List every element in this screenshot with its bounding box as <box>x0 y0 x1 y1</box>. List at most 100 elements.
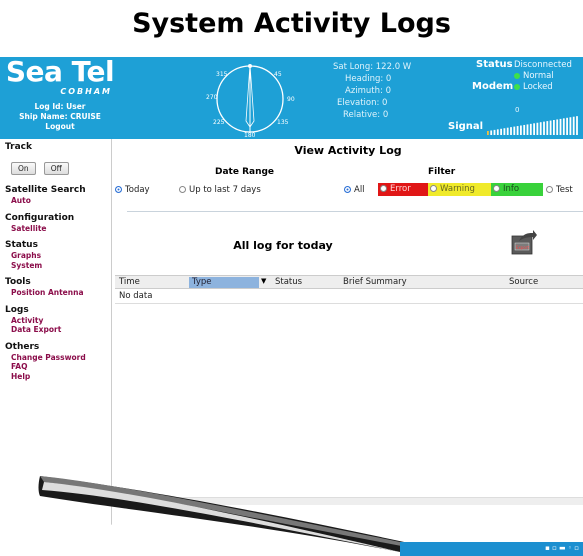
today-radio[interactable]: Today <box>115 185 150 195</box>
radio-icon <box>430 185 437 192</box>
relative-readout: Relative: 0 <box>343 110 389 120</box>
track-on-button[interactable]: On <box>11 162 36 175</box>
brand-block: Sea Tel COBHAM Log Id: User Ship Name: C… <box>4 57 116 132</box>
sidebar-item-faq[interactable]: FAQ <box>11 362 111 372</box>
signal-bar <box>526 124 529 135</box>
compass-135: 135 <box>277 119 289 126</box>
filter-all-radio[interactable]: All <box>344 185 365 195</box>
filter-error-radio[interactable]: Error <box>378 183 428 196</box>
export-icon[interactable]: Export <box>511 229 537 255</box>
signal-bar <box>533 123 535 135</box>
signal-bar <box>510 127 512 135</box>
modem-label: Modem <box>472 81 514 92</box>
sidebar-item-position-antenna[interactable]: Position Antenna <box>11 288 111 298</box>
col-source: Source <box>509 277 539 287</box>
filter-info-radio[interactable]: Info <box>491 183 543 196</box>
table-row-divider <box>115 303 583 304</box>
sidebar-item-activity[interactable]: Activity <box>11 316 111 326</box>
signal-bar <box>553 120 555 135</box>
signal-bar <box>572 116 575 135</box>
compass-315: 315 <box>216 71 228 78</box>
heading-readout: Heading: 0 <box>345 74 392 84</box>
signal-bar <box>546 121 549 135</box>
signal-bar <box>500 128 502 135</box>
track-off-button[interactable]: Off <box>43 162 69 175</box>
signal-bar <box>520 125 522 135</box>
radio-icon <box>380 185 387 192</box>
modem-status: Locked <box>514 82 553 92</box>
no-data-message: No data <box>119 291 153 301</box>
header-bar: Sea Tel COBHAM Log Id: User Ship Name: C… <box>0 57 583 139</box>
green-dot-icon <box>514 83 520 90</box>
signal-bar <box>559 118 562 135</box>
log-id: Log Id: User <box>34 102 86 111</box>
filter-test-radio[interactable]: Test <box>546 185 573 195</box>
col-status: Status <box>275 277 303 287</box>
dropdown-arrow-icon[interactable]: ▼ <box>261 277 266 285</box>
signal-bar <box>496 129 499 135</box>
sidebar-item-graphs[interactable]: Graphs <box>11 251 111 261</box>
signal-bar <box>487 131 489 135</box>
divider <box>127 211 583 212</box>
log-title: All log for today <box>233 239 333 252</box>
green-dot-icon <box>514 72 520 79</box>
sidebar-item-system[interactable]: System <box>11 261 111 271</box>
filter-warning-radio[interactable]: Warning <box>428 183 491 196</box>
others-heading: Others <box>5 341 40 352</box>
brand-subtitle: COBHAM <box>60 87 112 96</box>
logout-link[interactable]: Logout <box>4 122 116 132</box>
configuration-heading: Configuration <box>5 212 75 223</box>
azimuth-readout: Azimuth: 0 <box>345 86 391 96</box>
signal-bar <box>513 126 516 135</box>
sidebar-item-satellite[interactable]: Satellite <box>11 224 111 234</box>
page-title: System Activity Logs <box>132 8 451 39</box>
taskbar-strip: ▪ ▫ ▬ ◦ ▫ <box>400 542 583 556</box>
signal-value: 0 <box>515 106 520 114</box>
export-icon-label: Export <box>516 245 530 250</box>
brand-logo: Sea Tel <box>5 57 115 88</box>
app-window: Sea Tel COBHAM Log Id: User Ship Name: C… <box>0 57 583 556</box>
radio-selected-icon <box>344 186 351 193</box>
ship-name: Ship Name: CRUISE <box>19 112 101 121</box>
type-filter-dropdown[interactable]: Type <box>189 277 259 288</box>
system-tray-icon: ▪ ▫ ▬ ◦ ▫ <box>545 544 579 552</box>
telemetry-panel: Sat Long: 122.0 W Heading: 0 Azimuth: 0 … <box>333 61 423 121</box>
signal-bar <box>493 129 496 135</box>
filter-label: Filter <box>428 167 456 177</box>
radio-selected-icon <box>115 186 122 193</box>
sidebar-item-data-export[interactable]: Data Export <box>11 325 111 335</box>
last-7-days-radio[interactable]: Up to last 7 days <box>179 185 261 195</box>
col-time: Time <box>119 277 140 287</box>
sidebar-item-auto[interactable]: Auto <box>11 196 111 206</box>
signal-bar <box>503 128 506 135</box>
sat-long-readout: Sat Long: 122.0 W <box>333 62 412 72</box>
track-heading: Track <box>5 142 32 152</box>
status-label: Status <box>476 59 513 70</box>
compass-180: 180 <box>244 132 256 137</box>
signal-bar <box>543 121 545 135</box>
signal-bar <box>506 127 509 135</box>
signal-bar <box>562 118 565 135</box>
signal-bar <box>556 119 559 135</box>
sidebar-item-change-password[interactable]: Change Password <box>11 353 111 363</box>
sidebar-item-help[interactable]: Help <box>11 372 111 382</box>
compass-90: 90 <box>287 96 295 103</box>
signal-bar <box>576 116 578 135</box>
satellite-search-heading: Satellite Search <box>5 185 86 195</box>
view-title: View Activity Log <box>294 144 402 157</box>
signal-bar <box>569 117 572 135</box>
status-normal-indicator: Normal <box>514 71 554 81</box>
signal-bar <box>490 130 493 135</box>
signal-meter-icon <box>487 116 578 135</box>
date-range-label: Date Range <box>215 167 275 177</box>
compass-45: 45 <box>274 71 282 78</box>
signal-bar <box>539 122 542 135</box>
status-panel: Status Disconnected Normal Modem Locked … <box>428 59 583 137</box>
col-brief-summary: Brief Summary <box>343 277 407 287</box>
elevation-readout: Elevation: 0 <box>337 98 388 108</box>
log-table-header: Time Type ▼ Status Brief Summary Source <box>115 275 583 289</box>
signal-bar <box>529 123 532 135</box>
status-value: Disconnected <box>514 60 572 70</box>
radio-icon <box>493 185 500 192</box>
status-heading: Status <box>5 240 38 250</box>
